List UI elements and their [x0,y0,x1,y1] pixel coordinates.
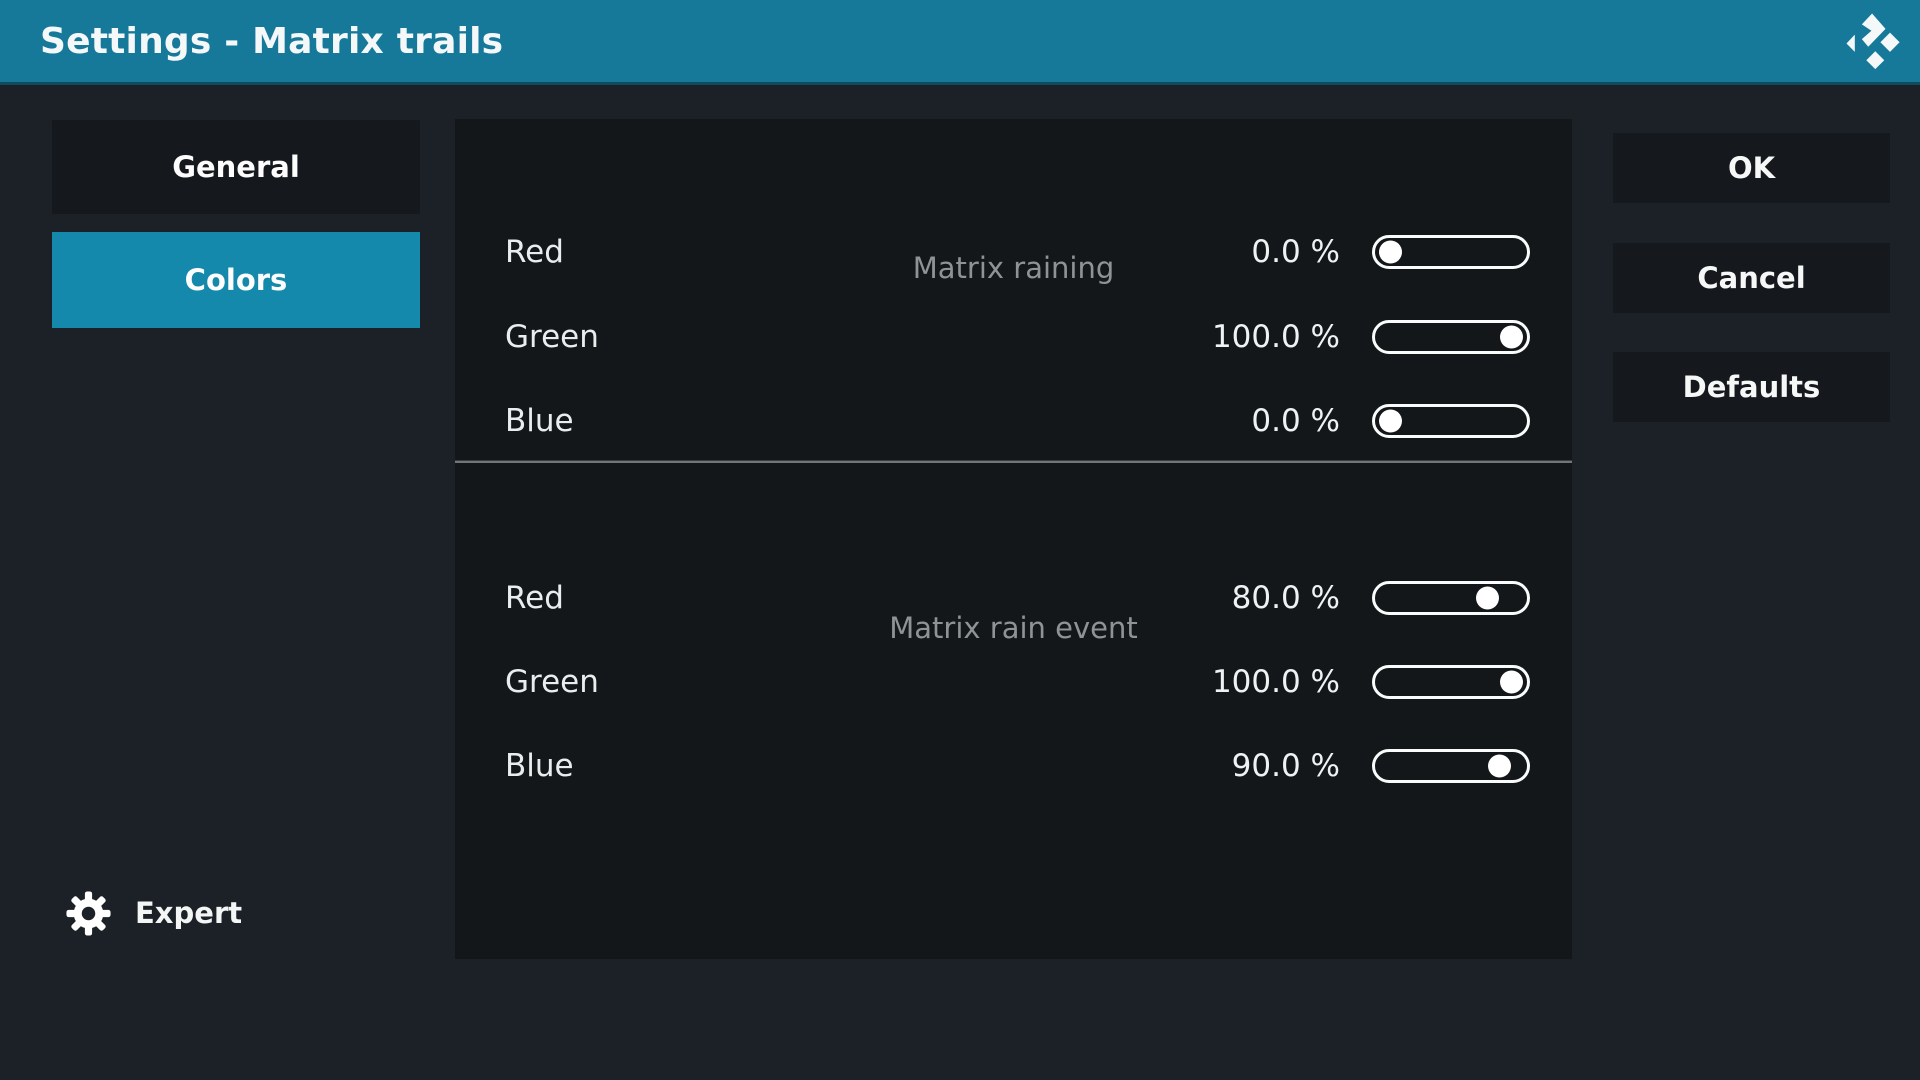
slider-raining-red[interactable] [1372,235,1530,269]
setting-label: Green [505,319,1130,355]
setting-value: 80.0 % [1130,580,1340,616]
settings-level-label: Expert [135,896,242,930]
slider-event-red[interactable] [1372,581,1530,615]
setting-value: 90.0 % [1130,748,1340,784]
sidebar-item-general[interactable]: General [52,120,420,214]
setting-label: Red [505,580,1130,616]
ok-button[interactable]: OK [1613,133,1890,203]
setting-row-event-red[interactable]: Red 80.0 % [505,556,1530,640]
header-bar: Settings - Matrix trails [0,0,1920,85]
sidebar-item-colors[interactable]: Colors [52,232,420,328]
setting-row-event-blue[interactable]: Blue 90.0 % [505,724,1530,808]
slider-knob[interactable] [1476,587,1499,610]
gear-icon [66,891,111,936]
setting-row-raining-red[interactable]: Red 0.0 % [505,210,1530,294]
slider-event-green[interactable] [1372,665,1530,699]
slider-raining-blue[interactable] [1372,404,1530,438]
page-title: Settings - Matrix trails [40,0,503,82]
setting-row-event-green[interactable]: Green 100.0 % [505,640,1530,724]
setting-value: 0.0 % [1130,403,1340,439]
slider-knob[interactable] [1379,241,1402,264]
slider-knob[interactable] [1379,410,1402,433]
cancel-button-label: Cancel [1697,261,1805,295]
section-separator [455,460,1572,463]
setting-label: Red [505,234,1130,270]
settings-dialog: Settings - Matrix trails General Colors … [0,0,1920,1080]
slider-knob[interactable] [1488,755,1511,778]
ok-button-label: OK [1728,151,1775,185]
sidebar-item-label: Colors [185,263,288,297]
setting-row-raining-blue[interactable]: Blue 0.0 % [505,379,1530,463]
settings-level-toggle[interactable]: Expert [66,888,242,938]
sidebar-item-label: General [172,150,300,184]
slider-knob[interactable] [1500,671,1523,694]
cancel-button[interactable]: Cancel [1613,243,1890,313]
slider-knob[interactable] [1500,326,1523,349]
setting-label: Blue [505,748,1130,784]
slider-raining-green[interactable] [1372,320,1530,354]
setting-label: Blue [505,403,1130,439]
setting-label: Green [505,664,1130,700]
slider-event-blue[interactable] [1372,749,1530,783]
setting-value: 100.0 % [1130,664,1340,700]
defaults-button-label: Defaults [1683,370,1821,404]
setting-row-raining-green[interactable]: Green 100.0 % [505,295,1530,379]
setting-value: 0.0 % [1130,234,1340,270]
setting-value: 100.0 % [1130,319,1340,355]
kodi-logo-icon [1842,8,1906,74]
defaults-button[interactable]: Defaults [1613,352,1890,422]
